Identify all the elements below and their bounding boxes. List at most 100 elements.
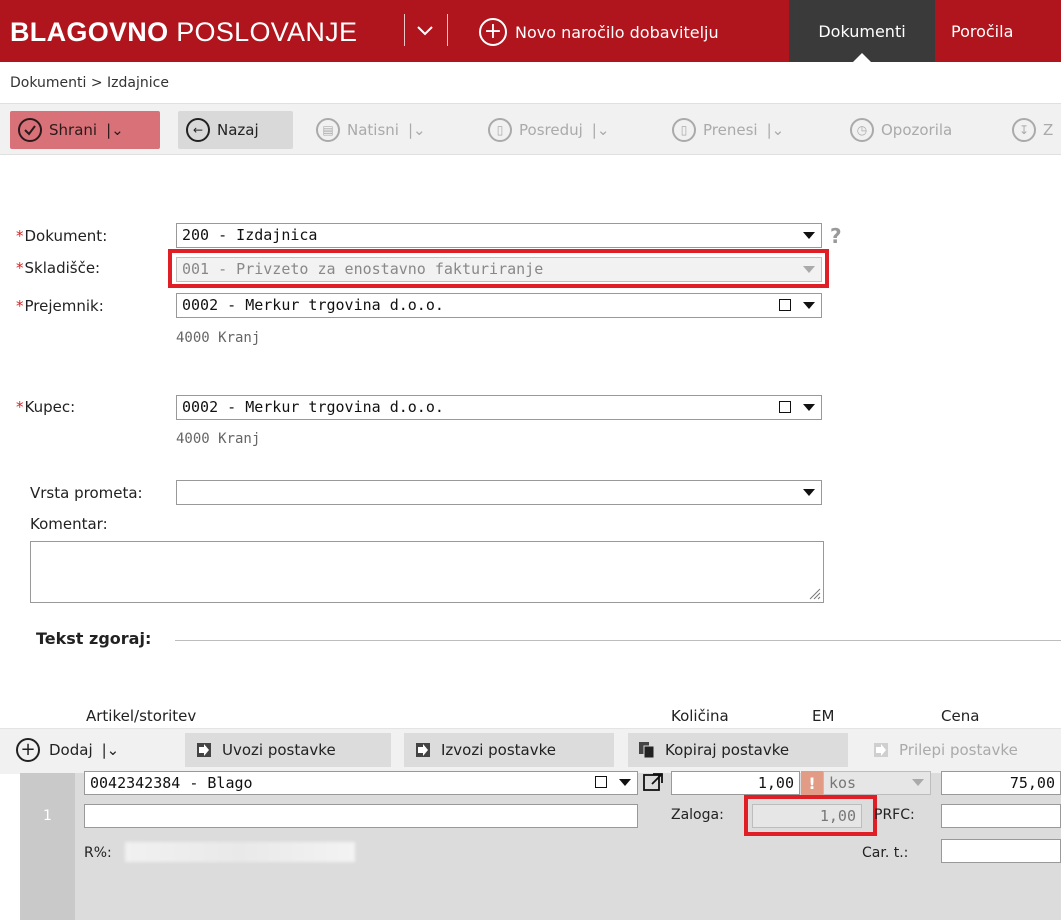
document-icon: ▯ [488, 118, 512, 142]
transfer-button[interactable]: ▯ Prenesi |⌄ [664, 111, 792, 149]
square-icon[interactable] [595, 776, 607, 788]
plus-circle-icon: + [479, 18, 507, 46]
customs-tariff-input[interactable] [941, 839, 1061, 863]
buyer-city: 4000 Kranj [176, 431, 261, 447]
save-dropdown-chevron-icon[interactable]: |⌄ [106, 121, 124, 139]
dropdown-arrow-icon [803, 489, 815, 496]
tab-porocila[interactable]: Poročila [937, 0, 1061, 62]
download-circle-icon: ↧ [1012, 118, 1036, 142]
article-description-input[interactable] [84, 804, 638, 828]
copy-icon [639, 742, 655, 759]
buyer-label: *Kupec: [16, 398, 76, 416]
document-select[interactable]: 200 - Izdajnica [176, 223, 822, 248]
import-icon [197, 743, 211, 757]
document-icon: ▯ [672, 118, 696, 142]
tab-dokumenti[interactable]: Dokumenti [789, 0, 935, 62]
chevron-down-icon[interactable]: |⌄ [767, 121, 785, 139]
more-label: Z [1043, 121, 1054, 139]
recipient-select[interactable]: 0002 - Merkur trgovina d.o.o. [176, 293, 822, 318]
chevron-down-icon[interactable]: |⌄ [592, 121, 610, 139]
import-label: Uvozi postavke [222, 741, 336, 759]
print-label: Natisni [347, 121, 399, 139]
buyer-select[interactable]: 0002 - Merkur trgovina d.o.o. [176, 395, 822, 420]
divider [447, 14, 448, 46]
open-external-icon[interactable] [641, 771, 665, 793]
square-icon[interactable] [779, 299, 791, 311]
row-number: 1 [20, 773, 75, 920]
new-supplier-order-label: Novo naročilo dobavitelju [515, 22, 719, 42]
dropdown-arrow-icon [803, 404, 815, 411]
brand-light: POSLOVANJE [176, 17, 358, 47]
stock-label: Zaloga: [671, 807, 724, 823]
column-header-price: Cena [941, 707, 980, 725]
comment-textarea[interactable] [30, 541, 824, 603]
chevron-down-icon[interactable]: |⌄ [408, 121, 426, 139]
column-header-unit: EM [812, 707, 835, 725]
prfc-label: PRFC: [874, 807, 915, 823]
arrow-left-circle-icon: ← [186, 118, 210, 142]
recipient-label: *Prejemnik: [16, 297, 104, 315]
clock-icon: ◷ [850, 118, 874, 142]
dropdown-arrow-icon [803, 302, 815, 309]
print-button[interactable]: ▤ Natisni |⌄ [308, 111, 434, 149]
back-label: Nazaj [217, 121, 259, 139]
brand-bold: BLAGOVNO [10, 17, 169, 47]
save-button[interactable]: Shrani |⌄ [10, 111, 160, 149]
copy-label: Kopiraj postavke [665, 741, 790, 759]
recipient-city: 4000 Kranj [176, 330, 261, 346]
save-label: Shrani [49, 121, 98, 139]
export-label: Izvozi postavke [441, 741, 557, 759]
reminders-label: Opozorila [881, 121, 953, 139]
square-icon[interactable] [779, 401, 791, 413]
price-input[interactable]: 75,00 [941, 771, 1061, 795]
highlight-box [744, 795, 877, 836]
forward-label: Posreduj [519, 121, 583, 139]
unit-select[interactable]: kos [823, 771, 931, 795]
column-header-quantity: Količina [671, 707, 729, 725]
customs-tariff-label: Car. t.: [862, 845, 909, 861]
export-items-button[interactable]: Izvozi postavke [404, 733, 614, 767]
divider [404, 14, 405, 46]
document-label: *Dokument: [16, 227, 108, 245]
paste-items-button[interactable]: Prilepi postavke [862, 733, 1028, 767]
transfer-label: Prenesi [703, 121, 758, 139]
chevron-down-icon[interactable]: |⌄ [102, 741, 120, 759]
column-header-article: Artikel/storitev [86, 707, 197, 725]
dropdown-arrow-icon [619, 779, 631, 786]
article-select[interactable]: 0042342384 - Blago [84, 771, 638, 795]
divider [175, 640, 1061, 641]
new-supplier-order-button[interactable]: + Novo naročilo dobavitelju [479, 17, 719, 47]
check-circle-icon [18, 118, 42, 142]
reminders-button[interactable]: ◷ Opozorila [842, 111, 960, 149]
help-icon[interactable]: ? [830, 224, 842, 248]
import-items-button[interactable]: Uvozi postavke [185, 733, 391, 767]
add-item-button[interactable]: + Dodaj |⌄ [6, 733, 129, 767]
back-button[interactable]: ← Nazaj [178, 111, 293, 149]
text-top-heading: Tekst zgoraj: [36, 629, 152, 648]
paste-icon [874, 743, 888, 757]
traffic-type-select[interactable] [176, 480, 822, 505]
highlight-box [168, 249, 829, 288]
items-toolbar: + Dodaj |⌄ Uvozi postavke Izvozi postavk… [0, 728, 1061, 774]
resize-grip-icon[interactable] [807, 586, 821, 600]
dropdown-arrow-icon [912, 779, 924, 786]
forward-button[interactable]: ▯ Posreduj |⌄ [480, 111, 617, 149]
quantity-input[interactable]: 1,00 [671, 771, 800, 795]
warning-icon: ! [801, 771, 823, 795]
chevron-down-icon[interactable] [413, 18, 437, 42]
add-label: Dodaj [49, 741, 93, 759]
breadcrumb: Dokumenti > Izdajnice [10, 75, 169, 91]
rabat-label: R%: [84, 845, 112, 861]
dropdown-arrow-icon [803, 232, 815, 239]
prfc-input[interactable] [941, 804, 1061, 828]
blurred-field [125, 842, 355, 862]
warehouse-label: *Skladišče: [16, 259, 101, 277]
document-toolbar: Shrani |⌄ ← Nazaj ▤ Natisni |⌄ ▯ Posredu… [0, 103, 1061, 155]
printer-icon: ▤ [316, 118, 340, 142]
copy-items-button[interactable]: Kopiraj postavke [628, 733, 848, 767]
more-button[interactable]: ↧ Z [1004, 111, 1061, 149]
plus-circle-icon: + [16, 738, 40, 762]
paste-label: Prilepi postavke [899, 741, 1018, 759]
export-icon [416, 743, 430, 757]
app-title: BLAGOVNO POSLOVANJE [10, 17, 357, 48]
